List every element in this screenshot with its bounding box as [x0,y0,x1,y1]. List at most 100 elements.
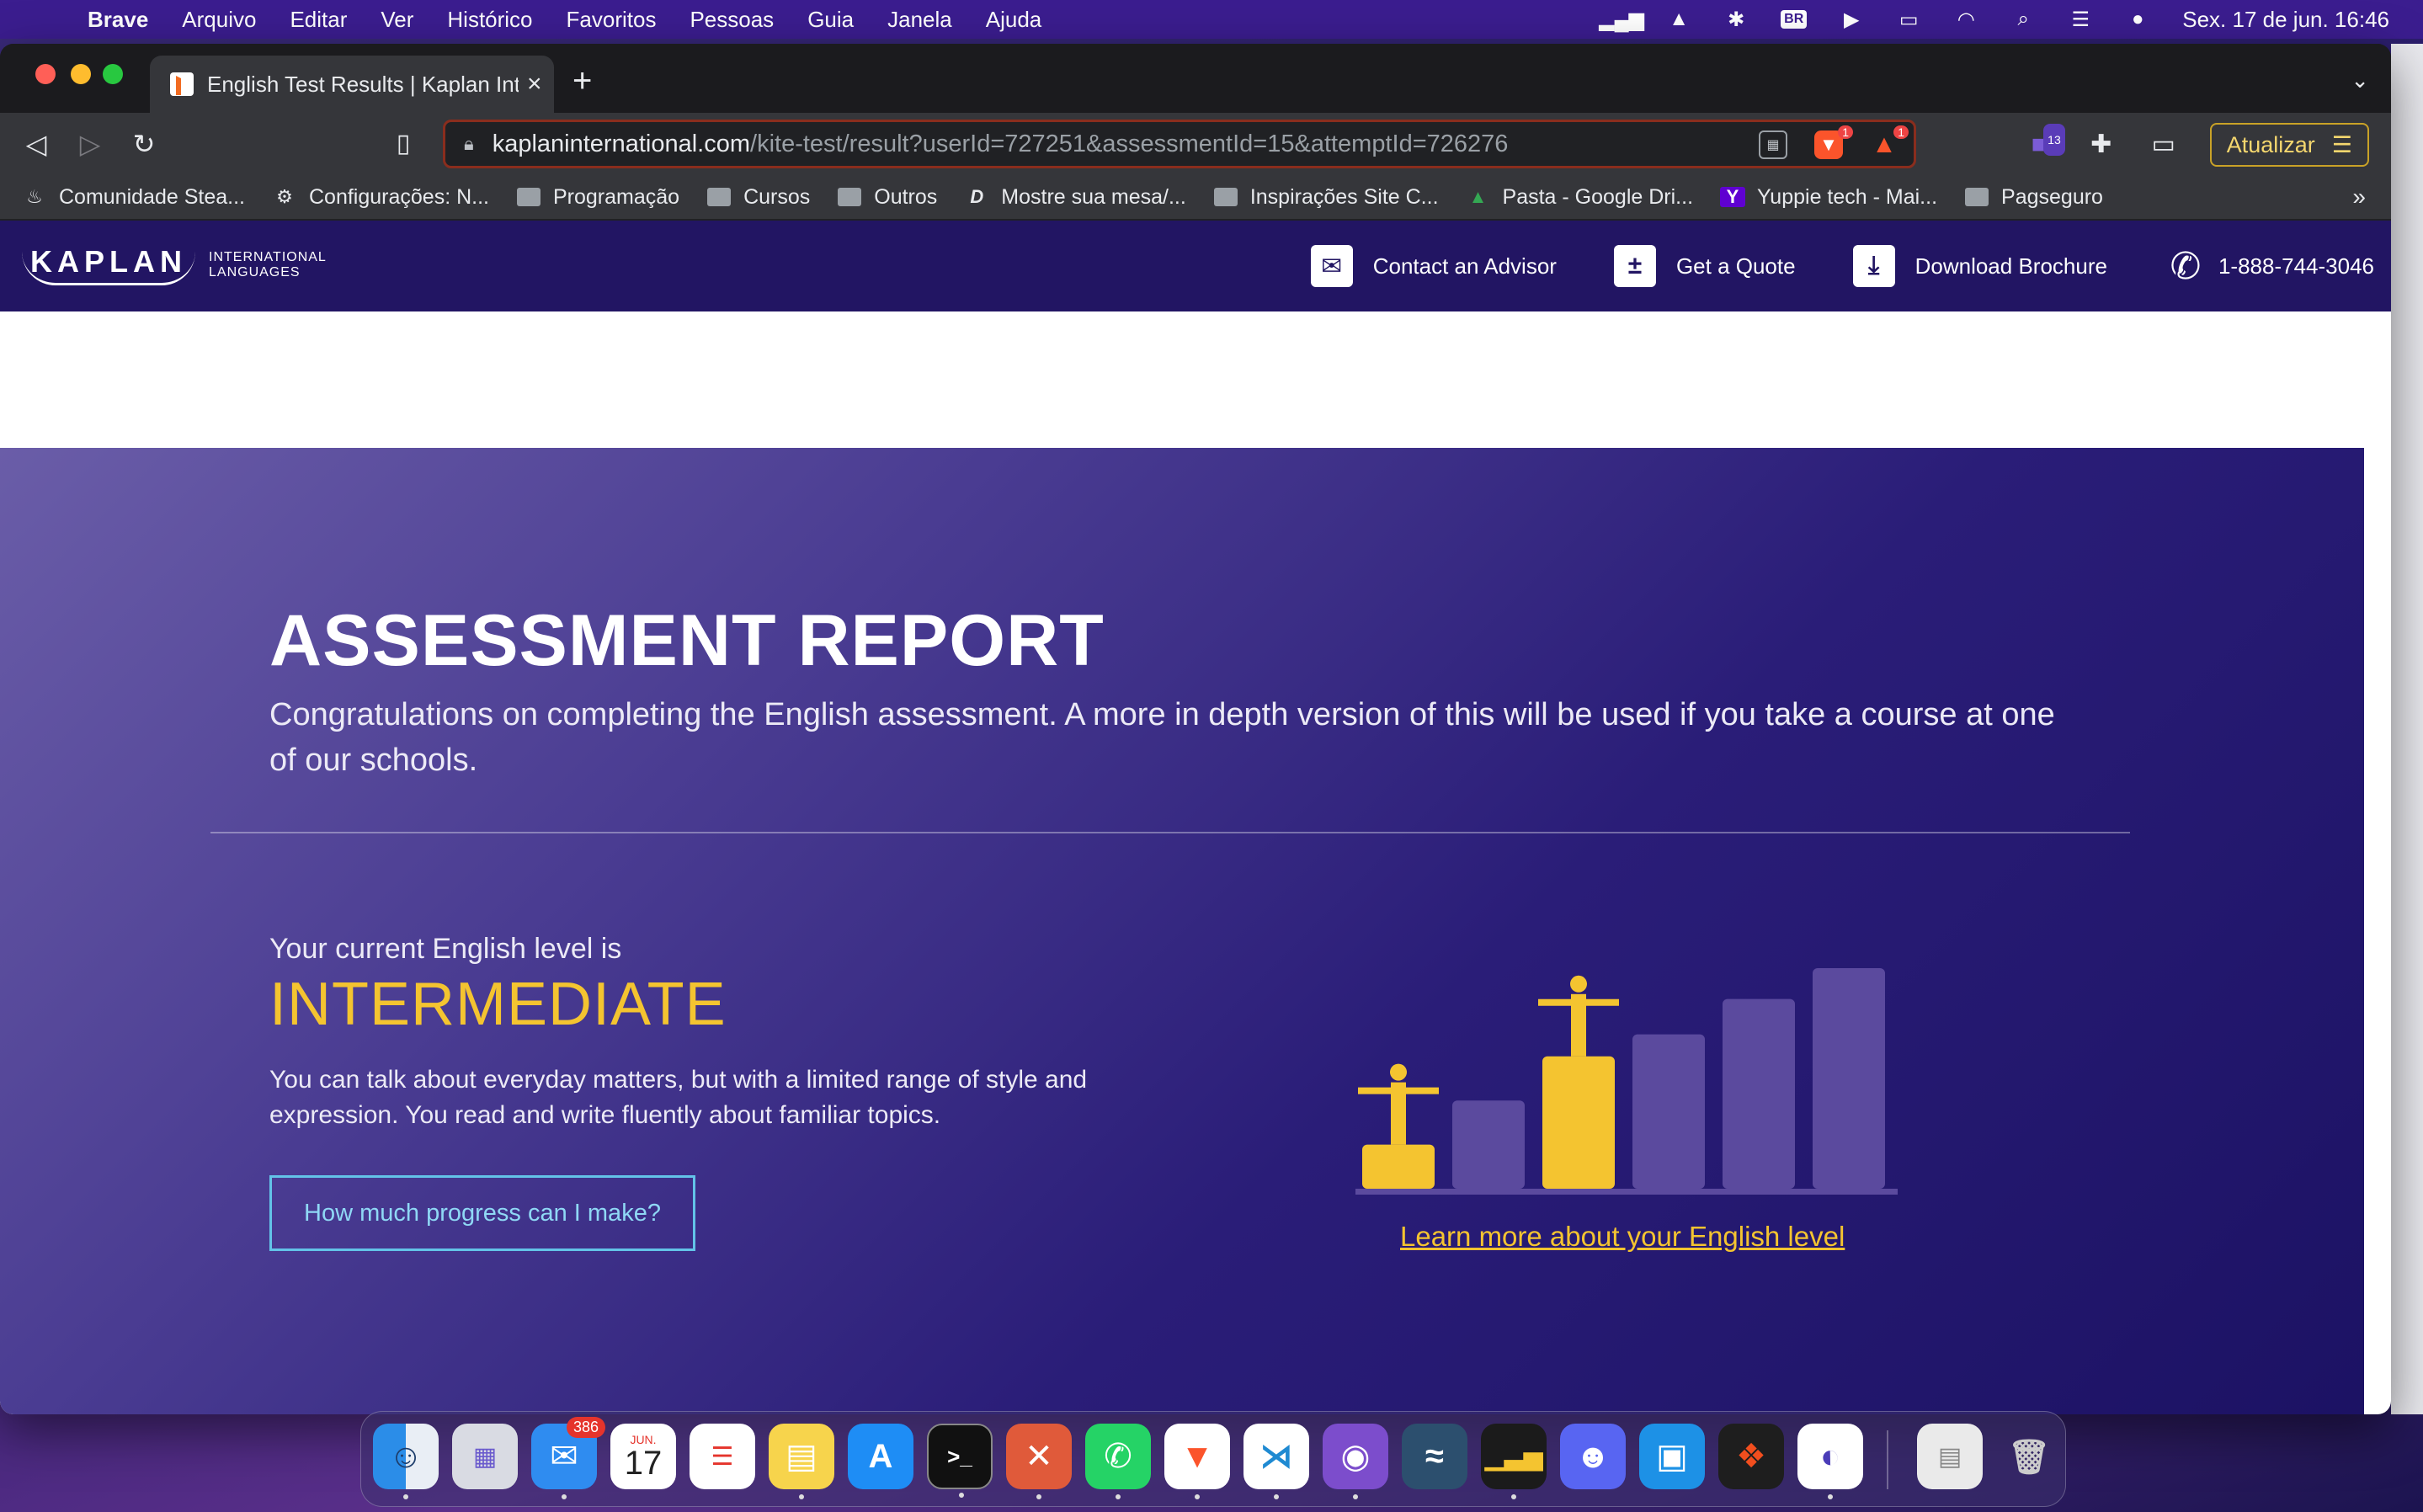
contact-advisor-link[interactable]: ✉ Contact an Advisor [1310,245,1557,287]
menu-ajuda[interactable]: Ajuda [986,7,1042,33]
bookmark-google-drive[interactable]: ▲ Pasta - Google Dri... [1466,185,1693,210]
bookmark-yuppie[interactable]: Y Yuppie tech - Mai... [1720,185,1937,210]
mysql-workbench-icon[interactable]: ≈ [1402,1424,1467,1489]
discord-icon[interactable]: ☻ [1560,1424,1626,1489]
bookmark-pagseguro[interactable]: Pagseguro [1964,185,2103,210]
toolbar-right: ■ 13 ✚ ▭ Atualizar ☰ [2023,123,2369,167]
figma-icon[interactable]: ❖ [1718,1424,1784,1489]
folder-icon [516,187,541,207]
lock-icon[interactable]: 🔒︎ [464,133,474,155]
menu-janela[interactable]: Janela [887,7,952,33]
address-bar[interactable]: 🔒︎ kaplaninternational.com/kite-test/res… [443,120,1916,168]
activity-monitor-icon[interactable]: ▁▃▅ [1481,1424,1547,1499]
launchpad-icon[interactable]: ▦ [452,1424,518,1489]
tab-close-icon[interactable]: × [527,70,542,98]
folder-icon [706,187,732,207]
tab-search-chevron-icon[interactable]: ⌄ [2351,67,2369,93]
extensions-icon[interactable]: ✚ [2085,129,2117,161]
reminders-icon[interactable]: ☰ [690,1424,755,1489]
bookmarks-overflow-button[interactable]: » [2352,184,2366,210]
whatsapp-icon[interactable]: ✆ [1085,1424,1151,1499]
bookmark-outros[interactable]: Outros [837,185,937,210]
brave-browser-icon[interactable]: ▼ [1164,1424,1230,1499]
bookmark-mostre-sua-mesa[interactable]: D Mostre sua mesa/... [964,185,1185,210]
mail-icon[interactable]: ✉ 386 [531,1417,605,1499]
bookmark-page-icon[interactable]: ▯ [387,128,419,160]
logo-sub-line-2: LANGUAGES [209,264,301,280]
bookmark-label: Comunidade Stea... [59,184,245,209]
learn-more-link[interactable]: Learn more about your English level [1400,1221,1845,1253]
bookmark-inspiracoes[interactable]: Inspirações Site C... [1213,185,1439,210]
vpn-icon[interactable]: ▲ [1666,8,1691,30]
brave-shields-icon[interactable]: ▼ 1 [1814,125,1853,159]
bookmark-configuracoes[interactable]: ⚙ Configurações: N... [272,185,489,210]
update-button[interactable]: Atualizar ☰ [2209,123,2369,167]
finder-icon[interactable]: ☺ [373,1424,439,1499]
phone-link[interactable]: ✆ 1-888-744-3046 [2165,245,2374,287]
yahoo-icon: Y [1720,186,1746,207]
level-bar [1813,968,1885,1189]
fullscreen-window-button[interactable] [103,64,123,84]
drive-icon: ▲ [1468,186,1488,207]
battery-icon[interactable]: ▭ [1896,8,1921,31]
notes-icon[interactable]: ▤ [769,1424,834,1499]
app-store-icon[interactable]: A [848,1424,913,1489]
night-shift-icon[interactable]: ◐ [1797,1424,1863,1499]
input-source-badge[interactable]: BR [1781,10,1808,29]
menubar-clock[interactable]: Sex. 17 de jun. 16:46 [2182,7,2389,33]
tab-bar: English Test Results | Kaplan Int × + ⌄ [0,44,2391,113]
back-button[interactable]: ◁ [20,128,52,160]
control-center-icon[interactable]: ☰ [2068,8,2093,31]
minimize-window-button[interactable] [71,64,91,84]
menu-historico[interactable]: Histórico [447,7,532,33]
audio-levels-icon[interactable]: ▂▄▆ [1599,8,1644,31]
forward-button[interactable]: ▷ [74,128,106,160]
tab-kaplan-results[interactable]: English Test Results | Kaplan Int × [150,56,554,113]
docker-icon[interactable]: ▣ [1639,1424,1705,1489]
qr-code-icon[interactable]: ▦ [1759,130,1787,159]
menu-guia[interactable]: Guia [807,7,854,33]
media-play-icon[interactable]: ▶ [1839,8,1864,31]
menu-app-brave[interactable]: Brave [88,7,148,33]
menu-favoritos[interactable]: Favoritos [567,7,657,33]
header-links: ✉ Contact an Advisor ± Get a Quote ⤓ Dow… [1254,221,2374,311]
spotlight-search-icon[interactable]: ⌕ [2010,8,2036,30]
macos-menubar: Brave Arquivo Editar Ver Histórico Favor… [0,0,2423,39]
wifi-icon[interactable]: ◠ [1953,8,1978,31]
url-host: kaplaninternational.com [492,130,751,157]
progress-button[interactable]: How much progress can I make? [269,1175,695,1251]
brave-rewards-icon[interactable]: ▲ 1 [1870,125,1909,159]
site-header: KAPLAN INTERNATIONAL LANGUAGES ✉ Contact… [0,221,2391,311]
bookmark-programacao[interactable]: Programação [516,185,679,210]
pdf-document-icon[interactable]: ▤ [1917,1424,1983,1489]
new-tab-button[interactable]: + [572,64,592,98]
menu-ver[interactable]: Ver [381,7,413,33]
bookmark-cursos[interactable]: Cursos [706,185,810,210]
menu-arquivo[interactable]: Arquivo [182,7,256,33]
reload-button[interactable]: ↻ [128,128,160,160]
menu-editar[interactable]: Editar [290,7,347,33]
calendar-icon[interactable]: JUN. 17 [610,1424,676,1489]
github-desktop-icon[interactable]: ◉ [1323,1424,1388,1499]
close-window-button[interactable] [35,64,56,84]
download-brochure-link[interactable]: ⤓ Download Brochure [1852,245,2107,287]
bookmark-steam[interactable]: ♨ Comunidade Stea... [22,185,245,210]
siri-icon[interactable]: ● [2125,8,2150,30]
trash-icon[interactable]: 🗑︎ [1996,1424,2062,1489]
menu-pessoas[interactable]: Pessoas [690,7,774,33]
bookmark-label: Pagseguro [2001,184,2103,209]
vscode-icon[interactable]: ⋊ [1243,1424,1309,1499]
terminal-icon[interactable]: >_ [927,1424,993,1498]
person-figure-icon [1358,1063,1439,1145]
contact-advisor-label: Contact an Advisor [1372,253,1557,279]
level-bar [1542,1056,1615,1189]
extension-puzzle-badge-icon[interactable]: ■ 13 [2023,124,2065,161]
kaplan-logo[interactable]: KAPLAN INTERNATIONAL LANGUAGES [22,244,327,285]
person-figure-icon [1538,975,1619,1057]
wallet-icon[interactable]: ▭ [2148,129,2180,161]
get-quote-link[interactable]: ± Get a Quote [1613,245,1796,287]
download-icon: ⤓ [1852,245,1895,287]
bluetooth-icon[interactable]: ✱ [1723,8,1749,31]
calculator-icon: ± [1613,245,1656,287]
remote-desktop-icon[interactable]: ✕ [1006,1424,1072,1499]
